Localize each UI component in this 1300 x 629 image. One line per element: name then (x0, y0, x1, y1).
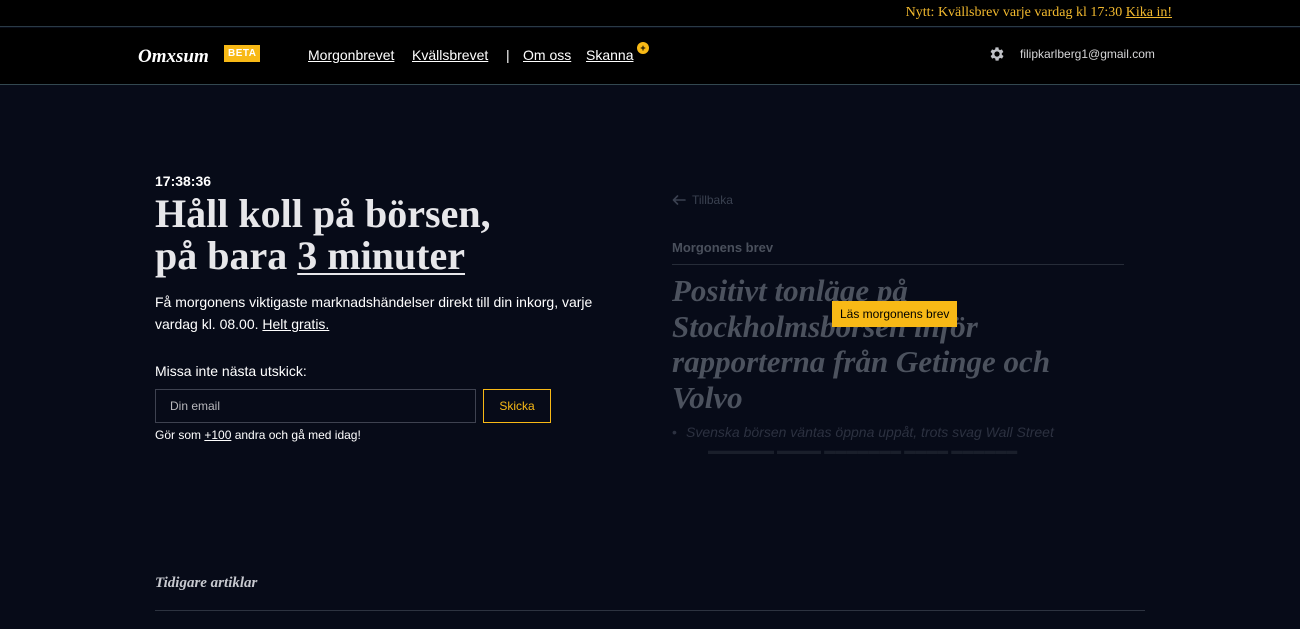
nav-link-kvallsbrevet[interactable]: Kvällsbrevet (412, 47, 488, 63)
preview-bullet: Svenska börsen väntas öppna uppåt, trots… (672, 424, 1054, 440)
preview-title: Positivt tonläge på Stockholmsbörsen inf… (672, 273, 1051, 415)
hero-lead: Få morgonens viktigaste marknadshändelse… (155, 291, 595, 335)
read-morning-letter-button[interactable]: Läs morgonens brev (832, 301, 958, 327)
gear-icon[interactable] (988, 45, 1006, 63)
back-label: Tillbaka (692, 193, 733, 207)
announcement-bar: Nytt: Kvällsbrev varje vardag kl 17:30 K… (0, 0, 1300, 27)
skanna-new-badge: + (637, 42, 649, 54)
announcement-text: Nytt: Kvällsbrev varje vardag kl 17:30 K… (906, 5, 1172, 21)
logo[interactable]: Omxsum (138, 46, 209, 68)
preview-section-title: Morgonens brev (672, 240, 1124, 265)
hero-headline: Håll koll på börsen, på bara 3 minuter (155, 193, 491, 277)
nav-link-om-oss[interactable]: Om oss (523, 47, 571, 63)
headline-emphasis: 3 minuter (297, 233, 466, 278)
social-suffix: andra och gå med idag! (231, 428, 361, 442)
send-button[interactable]: Skicka (483, 389, 551, 423)
announcement-link[interactable]: Kika in! (1126, 5, 1172, 20)
nav-link-morgonbrevet[interactable]: Morgonbrevet (308, 47, 394, 63)
social-count-link[interactable]: +100 (204, 428, 231, 442)
lead-text: Få morgonens viktigaste marknadshändelse… (155, 294, 593, 332)
newsletter-preview: Tillbaka Morgonens brev Positivt tonläge… (672, 185, 1127, 470)
signup-label: Missa inte nästa utskick: (155, 363, 307, 379)
preview-faded-line: ▬▬▬▬▬▬ ▬▬▬▬ ▬▬▬▬▬▬▬ ▬▬▬▬ ▬▬▬▬▬▬ (708, 445, 1018, 457)
beta-badge: BETA (224, 45, 261, 62)
main-navigation: Omxsum BETA Morgonbrevet Kvällsbrevet | … (0, 28, 1300, 85)
email-field[interactable] (155, 389, 476, 423)
lead-link[interactable]: Helt gratis. (262, 316, 329, 332)
headline-line-1: Håll koll på börsen, (155, 191, 491, 236)
headline-line-2-prefix: på bara (155, 233, 298, 278)
social-prefix: Gör som (155, 428, 205, 442)
previous-articles-heading: Tidigare artiklar (155, 575, 258, 591)
arrow-left-icon (672, 195, 686, 205)
clock: 17:38:36 (155, 173, 212, 189)
gear-icon-svg (990, 47, 1004, 61)
social-proof: Gör som +100 andra och gå med idag! (155, 428, 361, 442)
section-divider (155, 610, 1145, 611)
nav-separator: | (506, 47, 510, 63)
user-email[interactable]: filipkarlberg1@gmail.com (1020, 47, 1155, 61)
nav-link-skanna[interactable]: Skanna (586, 47, 633, 63)
back-link: Tillbaka (672, 193, 733, 207)
announcement-message: Nytt: Kvällsbrev varje vardag kl 17:30 (905, 5, 1123, 20)
